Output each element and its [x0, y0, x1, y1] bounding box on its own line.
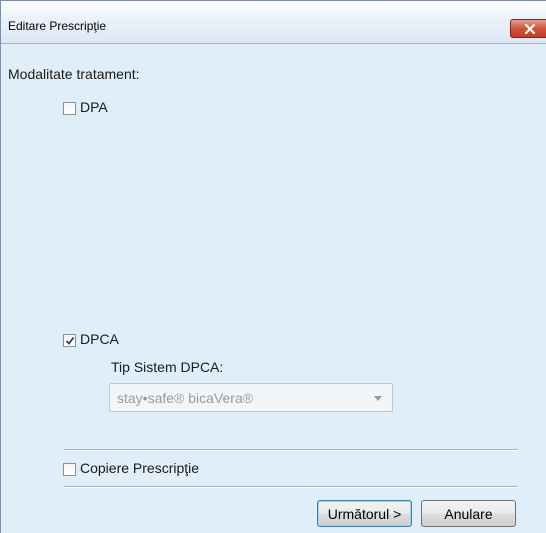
- system-type-select[interactable]: stay•safe® bicaVera®: [109, 383, 393, 412]
- chevron-down-icon: [374, 396, 382, 401]
- window-title: Editare Prescripţie: [8, 19, 107, 33]
- close-button[interactable]: [510, 19, 546, 38]
- dialog-content: Modalitate tratament: DPA DPCA Tip Siste…: [1, 44, 546, 533]
- edit-prescription-dialog: Editare Prescripţie Modalitate tratament…: [0, 0, 546, 533]
- copy-prescription-label[interactable]: Copiere Prescripţie: [80, 460, 199, 476]
- dpa-checkbox[interactable]: [63, 102, 76, 115]
- treatment-modality-heading: Modalitate tratament:: [8, 66, 140, 82]
- dpa-label[interactable]: DPA: [80, 99, 108, 115]
- dpca-checkbox[interactable]: [63, 334, 76, 347]
- separator-top: [64, 449, 518, 451]
- system-type-value: stay•safe® bicaVera®: [117, 390, 254, 406]
- cancel-button[interactable]: Anulare: [421, 500, 516, 527]
- system-type-label: Tip Sistem DPCA:: [111, 359, 224, 375]
- separator-bottom: [64, 486, 518, 488]
- title-bar: Editare Prescripţie: [1, 0, 546, 44]
- checkmark-icon: [65, 336, 75, 345]
- close-icon: [524, 23, 536, 34]
- dpca-label[interactable]: DPCA: [80, 331, 119, 347]
- copy-prescription-checkbox[interactable]: [63, 463, 76, 476]
- next-button[interactable]: Următorul >: [317, 500, 412, 527]
